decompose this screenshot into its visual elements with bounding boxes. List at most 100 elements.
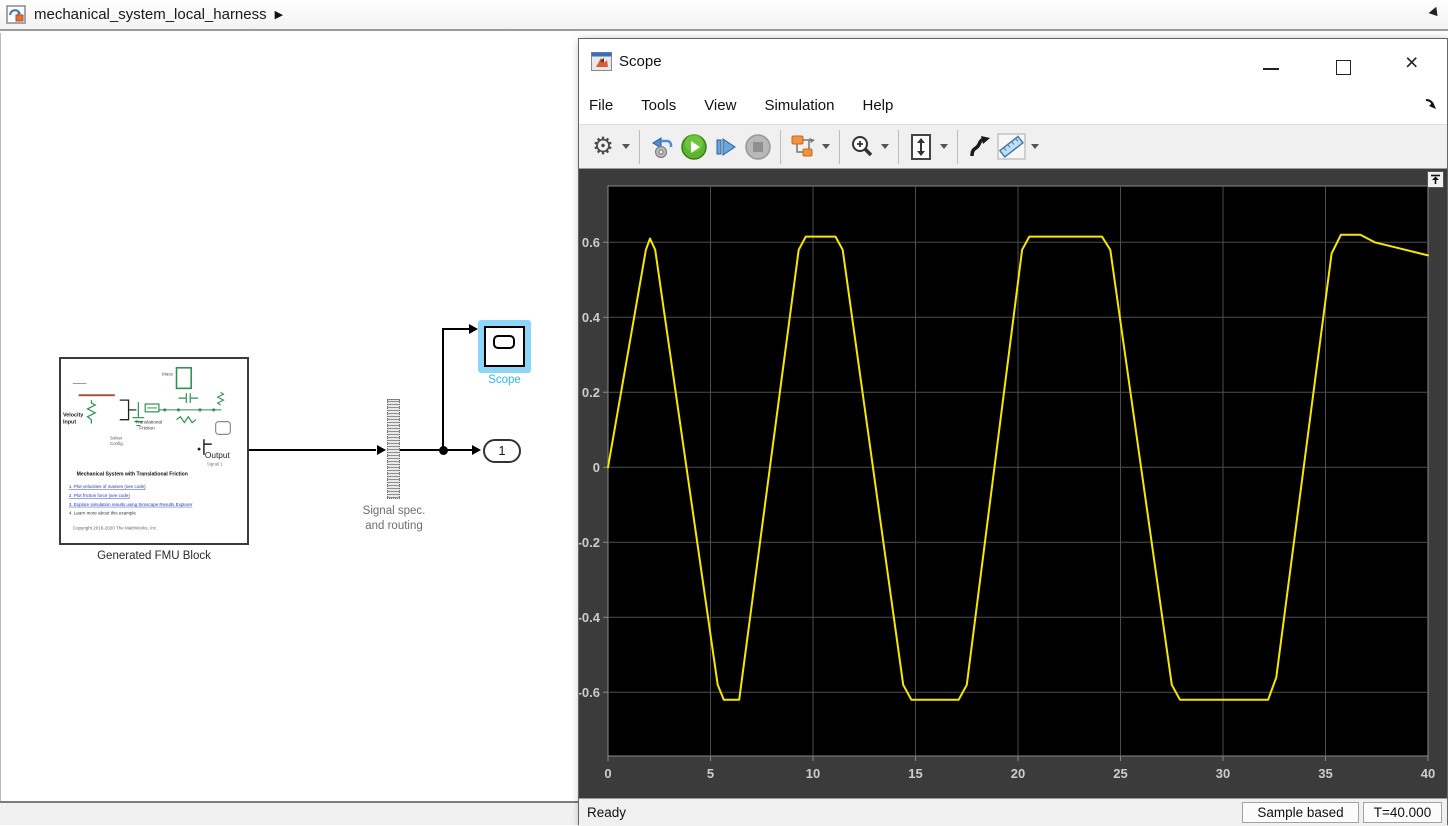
- mass-symbol: [177, 368, 192, 389]
- status-sim-time: T=40.000: [1363, 802, 1442, 823]
- fmu-thumbnail: Velocity Input Solver Config. Translatio…: [61, 359, 247, 543]
- svg-text:30: 30: [1216, 766, 1230, 781]
- fmu-friction-label-1: Translational: [135, 420, 162, 425]
- measurements-dropdown[interactable]: [1028, 130, 1042, 164]
- step-back-button[interactable]: [646, 130, 678, 164]
- close-button[interactable]: ×: [1405, 49, 1418, 75]
- minimize-button[interactable]: [1263, 68, 1279, 70]
- matlab-scope-icon: [591, 52, 612, 71]
- scale-axes-icon: [908, 133, 934, 161]
- svg-text:10: 10: [806, 766, 820, 781]
- step-forward-icon: [713, 134, 739, 160]
- scope-block[interactable]: [484, 326, 525, 367]
- zoom-in-button[interactable]: [846, 130, 878, 164]
- scope-menubar: File Tools View Simulation Help: [579, 86, 1447, 124]
- svg-text:0.2: 0.2: [582, 385, 600, 400]
- highlight-dropdown[interactable]: [819, 130, 833, 164]
- fmu-annotation-link-2: 2. Plot friction force (see code): [69, 493, 131, 498]
- fmu-output-port-sublabel: Signal 1: [207, 462, 223, 467]
- dropdown-arrow-icon: [822, 144, 830, 149]
- arrowhead-icon: [472, 445, 481, 455]
- wire-fmu-to-routing[interactable]: [249, 449, 376, 451]
- stop-button[interactable]: [742, 130, 774, 164]
- breadcrumb-arrow[interactable]: ▶: [275, 8, 283, 21]
- scale-axes-dropdown[interactable]: [937, 130, 951, 164]
- zoom-dropdown[interactable]: [878, 130, 892, 164]
- fmu-input-label-2: Input: [63, 420, 76, 426]
- fmu-annotation-line-4: 4. Learn more about this example: [69, 511, 137, 516]
- trigger-button[interactable]: [964, 130, 996, 164]
- settings-dropdown[interactable]: [619, 130, 633, 164]
- scope-screen-icon: [493, 335, 515, 349]
- zoom-in-icon: [849, 134, 875, 160]
- highlight-simulink-block-icon: [789, 134, 817, 160]
- scope-window: Scope × File Tools View Simulation Help …: [578, 38, 1448, 825]
- measurements-icon: [997, 133, 1027, 161]
- maximize-button[interactable]: [1336, 60, 1351, 75]
- sensor-symbol: [216, 422, 231, 435]
- status-sample-mode: Sample based: [1242, 802, 1359, 823]
- toolbar-separator: [898, 130, 899, 164]
- outport-block[interactable]: 1: [483, 439, 521, 463]
- svg-text:25: 25: [1113, 766, 1127, 781]
- svg-text:20: 20: [1011, 766, 1025, 781]
- highlight-simulink-block-button[interactable]: [787, 130, 819, 164]
- scope-titlebar[interactable]: Scope ×: [579, 39, 1447, 86]
- scope-block-label: Scope: [472, 374, 537, 386]
- settings-button[interactable]: ⚙: [587, 130, 619, 164]
- expand-button[interactable]: [1427, 171, 1444, 188]
- stop-icon: [744, 133, 772, 161]
- fmu-solver-label-1: Solver: [110, 435, 123, 440]
- toolbar-separator: [639, 130, 640, 164]
- toolbar-separator: [839, 130, 840, 164]
- fmu-block[interactable]: Velocity Input Solver Config. Translatio…: [59, 357, 249, 545]
- fmu-solver-label-2: Config.: [110, 441, 124, 446]
- scope-canvas-svg[interactable]: 05101520253035400.60.40.20-0.2-0.4-0.6: [579, 169, 1447, 798]
- measurements-button[interactable]: [996, 130, 1028, 164]
- fmu-annotation-link-3: 3. Explore simulation results using Sims…: [69, 502, 193, 507]
- svg-text:0: 0: [593, 460, 600, 475]
- fmu-input-label-1: Velocity: [63, 413, 83, 419]
- window-title: Scope: [619, 53, 662, 70]
- svg-text:0: 0: [604, 766, 611, 781]
- menu-view[interactable]: View: [704, 97, 736, 114]
- wire-branch-vertical[interactable]: [442, 329, 444, 451]
- svg-text:5: 5: [707, 766, 714, 781]
- scale-axes-button[interactable]: [905, 130, 937, 164]
- svg-text:-0.4: -0.4: [579, 610, 601, 625]
- menu-help[interactable]: Help: [863, 97, 894, 114]
- menu-tools[interactable]: Tools: [641, 97, 676, 114]
- signal-spec-label: Signal spec. and routing: [344, 504, 444, 534]
- menu-file[interactable]: File: [589, 97, 613, 114]
- breadcrumb-model-name[interactable]: mechanical_system_local_harness: [34, 6, 267, 23]
- run-button[interactable]: [678, 130, 710, 164]
- fmu-annotation-link-1: 1. Plot velocities of masses (see code): [69, 484, 146, 489]
- step-back-icon: [649, 134, 675, 160]
- arrowhead-icon: [469, 324, 478, 334]
- simulink-model-icon: [6, 5, 26, 24]
- dock-icon[interactable]: [1424, 98, 1437, 111]
- menu-simulation[interactable]: Simulation: [764, 97, 834, 114]
- svg-text:15: 15: [908, 766, 922, 781]
- wire-routing-to-outport[interactable]: [400, 449, 472, 451]
- settings-gear-icon: ⚙: [592, 135, 614, 159]
- dropdown-arrow-icon: [881, 144, 889, 149]
- scope-plot-area[interactable]: 05101520253035400.60.40.20-0.2-0.4-0.6: [579, 169, 1447, 798]
- trigger-icon: [967, 134, 993, 160]
- fmu-copyright: Copyright 2018-2020 The MathWorks, Inc.: [73, 525, 158, 530]
- expand-arrow-icon: [1430, 174, 1441, 185]
- toolbar-separator: [957, 130, 958, 164]
- breadcrumb-overflow-icon[interactable]: [1429, 7, 1442, 20]
- svg-text:40: 40: [1421, 766, 1435, 781]
- svg-text:35: 35: [1318, 766, 1332, 781]
- svg-text:-0.6: -0.6: [579, 685, 600, 700]
- dropdown-arrow-icon: [940, 144, 948, 149]
- scope-block-selection: [478, 320, 531, 373]
- signal-spec-routing-block[interactable]: [387, 399, 400, 499]
- outport-label: 1: [499, 444, 506, 458]
- step-forward-button[interactable]: [710, 130, 742, 164]
- spring-symbol: [87, 400, 95, 423]
- breadcrumb: mechanical_system_local_harness ▶: [0, 0, 1448, 31]
- status-text: Ready: [587, 805, 626, 820]
- wire-branch-to-scope[interactable]: [442, 328, 470, 330]
